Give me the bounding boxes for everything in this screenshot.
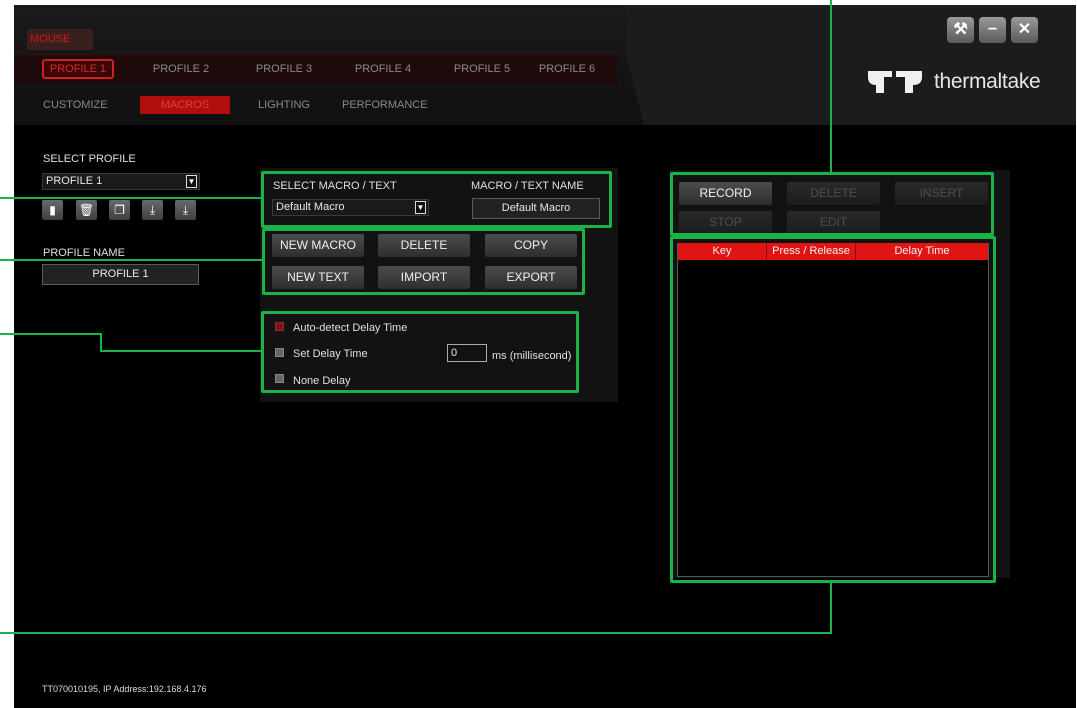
profile-dropdown[interactable]: PROFILE 1 ▼: [42, 173, 200, 190]
profile-name-label: PROFILE NAME: [43, 247, 125, 259]
brand-name: thermaltake: [934, 70, 1041, 93]
tab-profile-4[interactable]: PROFILE 4: [347, 59, 419, 79]
copy-icon: ❐: [114, 203, 125, 217]
export-profile-button[interactable]: ⤓: [175, 200, 196, 220]
tab-profile-6[interactable]: PROFILE 6: [531, 59, 603, 79]
callout-box-delay-options: [261, 311, 579, 393]
chevron-down-icon: ▼: [186, 175, 197, 188]
save-profile-button[interactable]: ▮: [42, 200, 63, 220]
device-tab-mouse[interactable]: MOUSE: [27, 29, 93, 50]
delete-profile-button[interactable]: 🗑: [76, 200, 97, 220]
tab-profile-3[interactable]: PROFILE 3: [248, 59, 320, 79]
status-bar: TT070010195, IP Address:192.168.4.176: [42, 684, 207, 694]
select-profile-label: SELECT PROFILE: [43, 153, 136, 165]
profile-dropdown-value: PROFILE 1: [46, 175, 103, 187]
callout-box-macro-select: [261, 171, 612, 228]
minimize-icon: −: [987, 21, 998, 38]
tab-profile-5[interactable]: PROFILE 5: [446, 59, 518, 79]
trash-icon: 🗑: [78, 203, 95, 217]
download-icon: ⤓: [149, 203, 156, 217]
callout-line: [830, 0, 832, 173]
minimize-button[interactable]: −: [979, 17, 1006, 43]
settings-button[interactable]: ⚒: [947, 17, 974, 43]
callout-line: [100, 350, 262, 352]
import-profile-button[interactable]: ⤓: [142, 200, 163, 220]
close-icon: ✕: [1017, 21, 1032, 38]
callout-line: [0, 632, 832, 634]
callout-box-steps-table: [670, 236, 996, 583]
screenshot: MOUSE PROFILE 1 PROFILE 2 PROFILE 3 PROF…: [0, 0, 1077, 708]
tab-performance[interactable]: PERFORMANCE: [342, 96, 428, 114]
close-button[interactable]: ✕: [1011, 17, 1038, 43]
tab-macros[interactable]: MACROS: [140, 96, 230, 114]
callout-box-macro-buttons: [262, 228, 585, 295]
tab-customize[interactable]: CUSTOMIZE: [43, 96, 108, 114]
callout-line: [0, 333, 101, 335]
tab-lighting[interactable]: LIGHTING: [258, 96, 310, 114]
profile-name-field[interactable]: PROFILE 1: [42, 264, 199, 285]
callout-box-record-buttons: [670, 172, 994, 236]
tab-profile-1[interactable]: PROFILE 1: [42, 59, 114, 79]
callout-line: [0, 197, 262, 199]
brand-logo: thermaltake: [868, 70, 1041, 94]
header-brand-area: [626, 5, 1076, 125]
callout-line: [0, 259, 263, 261]
tab-profile-2[interactable]: PROFILE 2: [145, 59, 217, 79]
copy-profile-button[interactable]: ❐: [109, 200, 130, 220]
wrench-icon: ⚒: [953, 21, 968, 38]
save-icon: ▮: [49, 203, 56, 217]
thermaltake-logo-icon: [868, 71, 922, 93]
download-icon: ⤓: [182, 203, 189, 217]
callout-line: [830, 583, 832, 634]
